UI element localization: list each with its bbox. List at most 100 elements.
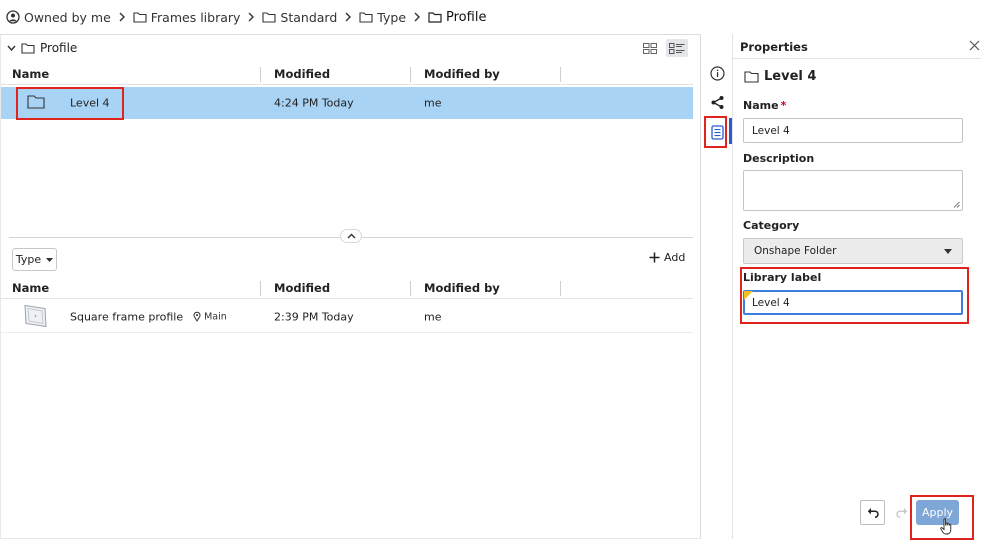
column-header-modified-by[interactable]: Modified by [424,67,500,81]
folder-icon [21,43,35,54]
chevron-right-icon [247,12,255,22]
grid-view-button[interactable] [639,39,661,57]
active-tab-indicator [729,118,732,144]
list-view-icon [669,42,685,54]
column-header-name[interactable]: Name [12,281,49,295]
map-pin-icon [193,311,201,322]
item-name: Level 4 [764,69,817,84]
folder-icon [133,12,147,23]
breadcrumb-label: Type [377,9,407,25]
library-label-label: Library label [743,271,822,284]
collapse-handle[interactable] [340,229,362,243]
column-header-modified[interactable]: Modified [274,67,330,81]
info-button[interactable] [707,63,727,83]
share-button[interactable] [707,92,727,112]
library-label-value: Level 4 [752,296,790,309]
column-divider[interactable] [560,281,561,296]
name-label: Name * [743,99,786,112]
table-row[interactable]: Square frame profile Main 2:39 PM Today … [1,301,693,333]
side-icon-rail [701,34,733,539]
branch-label: Main [204,311,227,322]
row-modified-by: me [424,96,442,110]
breadcrumb-type[interactable]: Type [359,10,406,25]
type-filter-label: Type [15,253,42,266]
share-icon [711,95,723,109]
category-value: Onshape Folder [754,245,837,257]
breadcrumb-standard[interactable]: Standard [262,10,337,25]
add-label: Add [664,251,686,264]
breadcrumb-label: Frames library [150,9,241,25]
properties-icon [710,124,724,140]
folder-header[interactable]: Profile [7,41,77,55]
part-thumbnail-icon [23,302,49,331]
description-label: Description [743,152,815,165]
name-field-value: Level 4 [752,124,790,137]
breadcrumb-label: Standard [280,9,338,25]
column-header-modified[interactable]: Modified [274,281,330,295]
row-name: Level 4 [70,96,110,110]
type-filter-dropdown[interactable]: Type [12,248,57,271]
library-label-field[interactable]: Level 4 [743,290,963,315]
branch-tag: Main [193,311,227,322]
caret-down-icon [46,257,54,262]
column-divider[interactable] [560,67,561,82]
user-circle-icon [6,10,20,24]
name-label-text: Name [743,99,779,112]
row-name: Square frame profile [70,310,184,323]
changed-flag-icon [744,291,753,300]
folder-icon [359,12,373,23]
required-mark: * [780,99,787,112]
folder-icon [428,12,442,23]
category-select[interactable]: Onshape Folder [743,238,963,264]
breadcrumb-label: Profile [446,9,487,25]
name-field[interactable]: Level 4 [743,118,963,143]
divider [733,58,981,59]
column-divider[interactable] [410,281,411,296]
list-view-button[interactable] [666,39,688,57]
chevron-up-icon [347,233,355,239]
column-divider[interactable] [260,281,261,296]
plus-icon [649,252,660,263]
breadcrumb-owned-by-me[interactable]: Owned by me [6,10,111,25]
properties-item-heading: Level 4 [744,69,816,84]
redo-icon [896,508,908,518]
folder-icon [27,94,45,112]
column-header-name[interactable]: Name [12,67,49,81]
properties-panel: Properties Level 4 Name * Level 4 Descrip… [733,34,981,540]
breadcrumb-profile: Profile [428,10,486,25]
table-row[interactable]: Level 4 4:24 PM Today me [1,87,693,119]
caret-down-icon [944,248,952,254]
row-name-cell: Square frame profile Main [70,310,227,323]
description-field[interactable] [743,170,963,211]
properties-button[interactable] [707,122,727,142]
chevron-right-icon [118,12,126,22]
undo-icon [867,508,879,518]
panel-title: Properties [740,40,808,54]
bottom-table-header: Name Modified Modified by [1,279,693,299]
undo-button[interactable] [860,500,885,525]
top-table-header: Name Modified Modified by [1,65,693,85]
chevron-right-icon [413,12,421,22]
category-label: Category [743,219,800,232]
hand-cursor-icon [940,518,952,535]
folder-header-label: Profile [40,41,78,55]
folder-icon [744,71,759,83]
redo-button[interactable] [892,500,912,525]
close-button[interactable] [969,40,981,52]
column-divider[interactable] [260,67,261,82]
breadcrumb-frames-library[interactable]: Frames library [133,9,241,25]
row-modified: 2:39 PM Today [274,310,354,323]
breadcrumb-label: Owned by me [24,9,111,25]
document-browser-pane: Profile Name Modified Modified by Level … [0,34,701,539]
add-button[interactable]: Add [649,251,685,264]
row-modified-by: me [424,310,442,323]
info-icon [709,65,725,81]
folder-icon [262,12,276,23]
chevron-right-icon [344,12,352,22]
column-divider[interactable] [410,67,411,82]
row-modified: 4:24 PM Today [274,96,354,110]
grid-view-icon [643,42,657,54]
close-icon [969,40,980,51]
column-header-modified-by[interactable]: Modified by [424,281,500,295]
resize-grip-icon[interactable] [953,201,960,208]
